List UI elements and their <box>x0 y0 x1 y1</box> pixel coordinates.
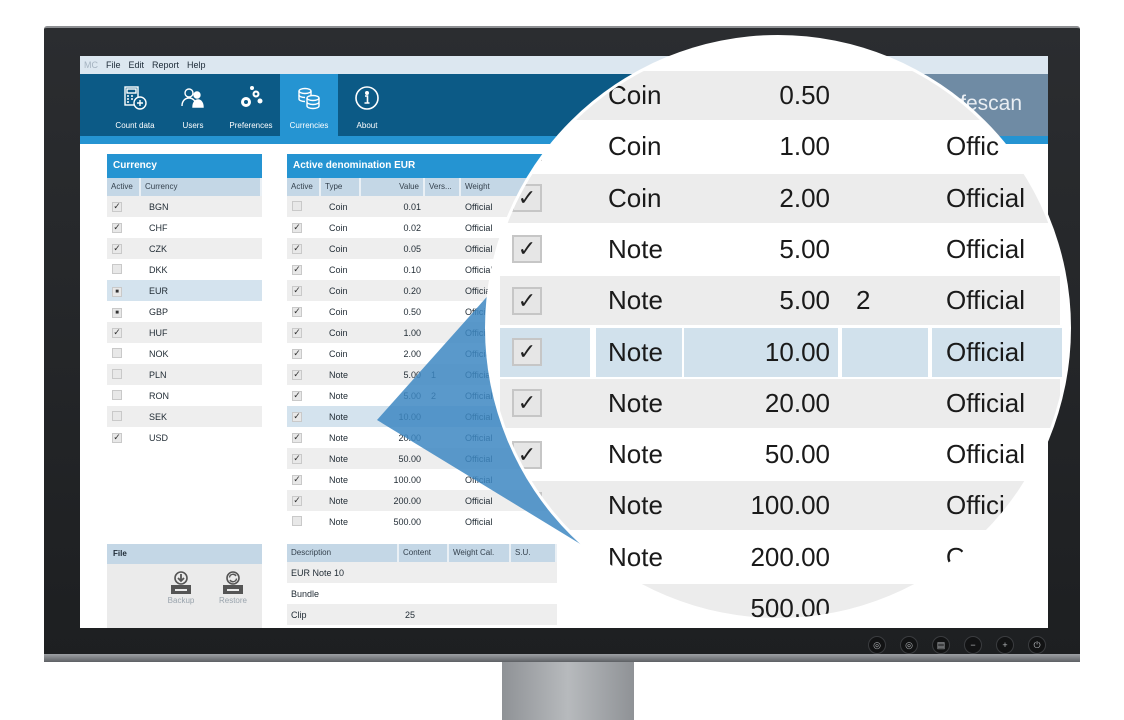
magnified-weight: Official <box>946 336 1025 367</box>
magnified-value: 5.00 <box>779 285 830 316</box>
magnified-weight: Official <box>946 233 1025 264</box>
magnified-checkbox <box>512 594 542 618</box>
magnified-value: 10.00 <box>764 336 830 367</box>
magnified-type: Note <box>608 439 663 470</box>
magnified-value: 200.00 <box>750 541 830 572</box>
magnified-value: 50.00 <box>764 439 830 470</box>
magnified-checkbox: ✓ <box>512 286 542 315</box>
input-1-icon[interactable]: ◎ <box>868 636 886 654</box>
monitor-controls: ◎ ◎ ▤ − + ⏻ <box>868 636 1046 654</box>
magnified-value: 1.00 <box>779 131 830 162</box>
magnified-type: Note <box>608 593 663 618</box>
magnified-checkbox: ✓ <box>512 132 542 161</box>
magnified-checkbox: ✓ <box>512 338 542 366</box>
magnified-weight: Official <box>946 387 1025 418</box>
magnified-type: Note <box>608 541 663 572</box>
magnified-weight: Official <box>946 285 1025 316</box>
power-icon[interactable]: ⏻ <box>1028 636 1046 654</box>
magnified-checkbox: ✓ <box>512 543 542 572</box>
magnified-type: Coin <box>608 182 662 213</box>
magnifier-lens: ✓ Coin 0.50 ✓ Coin 1.00 Offic ✓ Coin 2.00 Official… <box>488 38 1068 618</box>
magnified-type: Coin <box>608 131 662 162</box>
input-2-icon[interactable]: ◎ <box>900 636 918 654</box>
magnified-weight: Official <box>946 182 1025 213</box>
product-photo: MC File Edit Report Help Count data User… <box>0 0 1124 720</box>
magnified-row: ✓ Note 100.00 Offici <box>500 481 1060 531</box>
magnified-weight: O <box>946 541 967 572</box>
magnified-weight: Offic <box>946 131 999 162</box>
magnified-row: ✓ Note 20.00 Official <box>500 378 1060 428</box>
magnified-type: Note <box>608 490 663 521</box>
magnified-checkbox: ✓ <box>512 389 542 418</box>
magnified-weight: Official <box>946 439 1025 470</box>
magnified-row: ✓ Note 5.00 2 Official <box>500 276 1060 326</box>
minus-icon[interactable]: − <box>964 636 982 654</box>
magnified-row: ✓ Coin 2.00 Official <box>500 173 1060 223</box>
magnified-row: ✓ Note 200.00 O <box>500 532 1060 582</box>
magnified-value: 100.00 <box>750 490 830 521</box>
magnified-checkbox: ✓ <box>512 440 542 469</box>
magnified-checkbox: ✓ <box>512 81 542 110</box>
magnified-value: 20.00 <box>764 387 830 418</box>
magnified-value: 2.00 <box>779 182 830 213</box>
monitor-stand <box>502 662 634 720</box>
magnified-value: 0.50 <box>779 80 830 110</box>
magnified-version: 2 <box>856 285 871 316</box>
magnified-type: Coin <box>608 80 662 110</box>
magnified-row: ✓ Note 5.00 Official <box>500 224 1060 274</box>
monitor-bottom-edge <box>44 654 1080 662</box>
magnified-row: ✓ Coin 0.50 <box>500 71 1060 120</box>
magnified-row: ✓ Coin 1.00 Offic <box>500 122 1060 172</box>
menu-icon[interactable]: ▤ <box>932 636 950 654</box>
plus-icon[interactable]: + <box>996 636 1014 654</box>
magnified-checkbox: ✓ <box>512 184 542 213</box>
magnified-row: ✓ Note 50.00 Official <box>500 430 1060 480</box>
magnified-type: Note <box>608 233 663 264</box>
magnified-type: Note <box>608 336 663 367</box>
magnified-value: 500.00 <box>750 593 830 618</box>
magnified-type: Note <box>608 285 663 316</box>
magnified-value: 5.00 <box>779 233 830 264</box>
magnified-checkbox: ✓ <box>512 491 542 520</box>
magnified-row: ✓ Note 10.00 Official <box>500 327 1062 377</box>
magnified-checkbox: ✓ <box>512 235 542 264</box>
magnified-row: Note 500.00 <box>500 584 1060 618</box>
magnified-weight: Offici <box>946 490 1005 521</box>
magnified-type: Note <box>608 387 663 418</box>
